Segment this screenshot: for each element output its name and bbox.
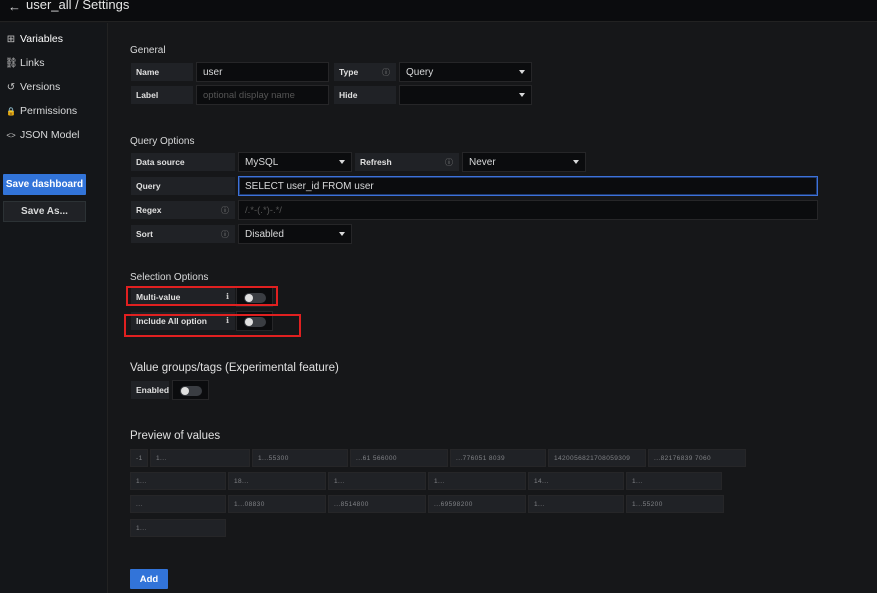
general-heading: General — [130, 45, 166, 56]
preview-value-chip: ... — [130, 495, 226, 513]
chevron-down-icon — [339, 160, 345, 164]
chevron-down-icon — [339, 232, 345, 236]
sidebar-item-label: Permissions — [20, 105, 78, 117]
hide-label: Hide — [333, 85, 397, 105]
toggle-knob — [181, 387, 189, 395]
hide-select[interactable] — [399, 85, 532, 105]
query-label: Query — [130, 176, 236, 196]
info-icon: ⓘ — [221, 206, 229, 215]
chevron-down-icon — [519, 93, 525, 97]
preview-value-chip: 1...55200 — [626, 495, 724, 513]
variables-icon: ⊞ — [6, 33, 16, 45]
preview-value-chip: ...61 566000 — [350, 449, 448, 467]
refresh-select[interactable]: Never — [462, 152, 586, 172]
regex-label: Regex ⓘ — [130, 200, 236, 220]
preview-value-chip: 1... — [528, 495, 624, 513]
enabled-toggle[interactable] — [172, 380, 209, 400]
preview-value-chip: 18... — [228, 472, 326, 490]
sort-select[interactable]: Disabled — [238, 224, 352, 244]
enabled-label: Enabled — [130, 380, 170, 400]
value-groups-heading: Value groups/tags (Experimental feature) — [130, 362, 339, 374]
toggle-switch — [180, 386, 202, 396]
preview-value-chip: 14... — [528, 472, 624, 490]
sidebar-item-json-model[interactable]: <> JSON Model — [5, 126, 80, 144]
preview-value-chip: 1... — [328, 472, 426, 490]
add-button[interactable]: Add — [130, 569, 168, 589]
type-label: Type ⓘ — [333, 62, 397, 82]
preview-value-chip: -1 — [130, 449, 148, 467]
preview-value-chip: 1... — [626, 472, 722, 490]
preview-value-chip: ...69598200 — [428, 495, 526, 513]
sidebar-item-label: JSON Model — [20, 129, 80, 141]
sidebar-item-links[interactable]: ⛓ Links — [5, 54, 45, 72]
info-icon: ⓘ — [382, 68, 390, 77]
selection-options-heading: Selection Options — [130, 272, 209, 283]
chevron-down-icon — [573, 160, 579, 164]
regex-input[interactable]: /.*-(.*)-.*/ — [238, 200, 818, 220]
type-select[interactable]: Query — [399, 62, 532, 82]
refresh-label: Refresh ⓘ — [354, 152, 460, 172]
query-options-heading: Query Options — [130, 136, 195, 147]
datasource-label: Data source — [130, 152, 236, 172]
sidebar-item-variables[interactable]: ⊞ Variables — [5, 30, 63, 48]
top-bar: ← user_all / Settings — [0, 0, 877, 22]
code-icon: <> — [6, 130, 16, 140]
info-icon: ⓘ — [221, 230, 229, 239]
preview-heading: Preview of values — [130, 430, 221, 442]
sidebar-item-label: Versions — [20, 81, 61, 93]
highlight-box — [124, 314, 301, 337]
chevron-down-icon — [519, 70, 525, 74]
preview-value-chip: ...776051 8039 — [450, 449, 546, 467]
preview-value-chip: 1... — [130, 472, 226, 490]
link-icon: ⛓ — [5, 57, 18, 69]
preview-value-chip: 1...08830 — [228, 495, 326, 513]
datasource-select[interactable]: MySQL — [238, 152, 352, 172]
save-dashboard-button[interactable]: Save dashboard — [3, 174, 86, 195]
history-icon: ↺ — [6, 81, 16, 93]
highlight-box — [126, 286, 278, 306]
name-input[interactable]: user — [196, 62, 329, 82]
label-input[interactable]: optional display name — [196, 85, 329, 105]
preview-value-chip: 1... — [150, 449, 250, 467]
settings-sidebar: ⊞ Variables ⛓ Links ↺ Versions 🔒 Permiss… — [0, 23, 108, 593]
page-title: user_all / Settings — [26, 0, 130, 12]
preview-value-chip: ...8514800 — [328, 495, 426, 513]
variable-editor: General Name user Type ⓘ Query Label opt… — [109, 23, 877, 593]
name-label: Name — [130, 62, 194, 82]
sidebar-item-versions[interactable]: ↺ Versions — [5, 78, 60, 96]
query-input[interactable]: SELECT user_id FROM user — [238, 176, 818, 196]
sidebar-item-label: Variables — [20, 33, 63, 45]
sort-label: Sort ⓘ — [130, 224, 236, 244]
sidebar-item-label: Links — [20, 57, 45, 69]
preview-value-chip: 1420056821708059309 — [548, 449, 646, 467]
back-arrow-icon[interactable]: ← — [8, 0, 21, 14]
preview-value-chip: 1...55300 — [252, 449, 348, 467]
lock-icon: 🔒 — [6, 106, 16, 116]
info-icon: ⓘ — [445, 158, 453, 167]
preview-value-chip: 1... — [428, 472, 526, 490]
sidebar-item-permissions[interactable]: 🔒 Permissions — [5, 102, 77, 120]
preview-value-chip: ...82176839 7060 — [648, 449, 746, 467]
label-label: Label — [130, 85, 194, 105]
save-as-button[interactable]: Save As... — [3, 201, 86, 222]
preview-value-chip: 1... — [130, 519, 226, 537]
